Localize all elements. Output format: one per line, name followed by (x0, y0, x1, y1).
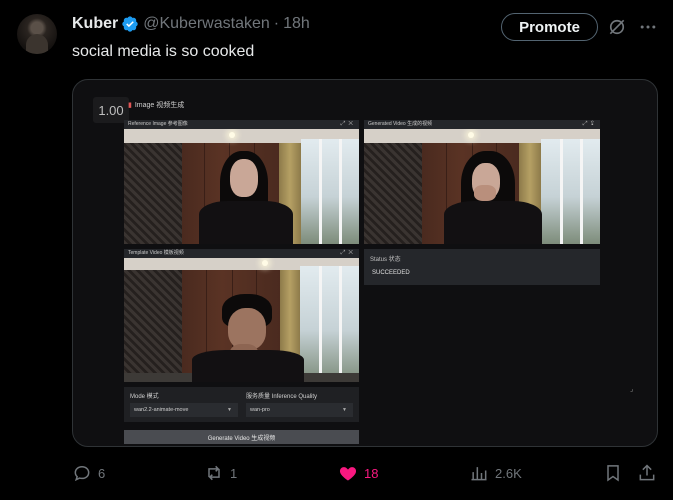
flame-icon: ▮ (128, 102, 132, 109)
reply-icon (74, 465, 90, 482)
views-count: 2.6K (495, 465, 522, 481)
template-video-panel: Template Video 模板视频 ⤢✕ (124, 249, 359, 382)
repost-icon (208, 465, 220, 481)
repost-count: 1 (230, 465, 238, 481)
app-title: ▮ Image 视频生成 (128, 100, 184, 110)
quality-label: 服务质量 Inference Quality (246, 394, 318, 400)
panel-title: Template Video 模板视频 (128, 250, 184, 256)
more-icon[interactable] (638, 17, 658, 37)
generate-video-button[interactable]: Generate Video 生成视频 (124, 430, 359, 444)
share-icon (639, 464, 655, 481)
mode-select[interactable]: wan2.2-animate-move ▼ (130, 403, 238, 417)
author-name[interactable]: Kuber (72, 15, 118, 33)
reference-image-frame (124, 129, 359, 244)
repost-button[interactable]: 1 (204, 460, 237, 486)
views-icon (471, 467, 487, 481)
promote-button[interactable]: Promote (501, 13, 598, 41)
share-button[interactable] (637, 460, 663, 486)
mode-select-value: wan2.2-animate-move (134, 407, 189, 413)
panel-header: Template Video 模板视频 ⤢✕ (124, 249, 359, 258)
like-button[interactable]: 18 (338, 460, 378, 486)
action-bar: 6 1 18 2.6K (0, 460, 673, 486)
post-time[interactable]: 18h (283, 15, 310, 33)
settings-form: Mode 模式 wan2.2-animate-move ▼ 服务质量 Infer… (124, 387, 359, 422)
panel-controls-icon[interactable]: ⤢⇪ (583, 120, 597, 129)
panel-controls-icon[interactable]: ⤢✕ (341, 120, 356, 129)
avatar[interactable] (17, 14, 57, 54)
resize-handle-icon[interactable]: ⌟ (630, 385, 633, 393)
bookmark-button[interactable] (603, 460, 629, 486)
status-label: Status 状态 (370, 257, 401, 263)
reply-button[interactable]: 6 (72, 460, 105, 486)
panel-header: Reference Image 参考图像 ⤢✕ (124, 120, 359, 129)
mode-label: Mode 模式 (130, 394, 159, 400)
views-button[interactable]: 2.6K (469, 460, 522, 486)
panel-title: Reference Image 参考图像 (128, 121, 188, 127)
template-video-frame (124, 258, 359, 382)
reply-count: 6 (98, 465, 106, 481)
generated-video-frame (364, 129, 600, 244)
app-title-text: Image 视频生成 (134, 102, 185, 109)
separator: · (273, 15, 280, 32)
reference-image-panel: Reference Image 参考图像 ⤢✕ (124, 120, 359, 244)
author-handle[interactable]: @Kuberwastaken (143, 15, 270, 33)
status-panel: Status 状态 SUCCEEDED (364, 249, 600, 285)
quality-select[interactable]: wan-pro ▼ (246, 403, 353, 417)
generated-video-panel: Generated Video 生成的视频 ⤢⇪ (364, 120, 600, 244)
panel-title: Generated Video 生成的视频 (368, 121, 433, 127)
like-icon (339, 467, 357, 481)
panel-header: Generated Video 生成的视频 ⤢⇪ (364, 120, 600, 129)
status-value: SUCCEEDED (372, 270, 410, 276)
bookmark-icon (607, 465, 619, 482)
like-count: 18 (364, 465, 379, 481)
post-header: Kuber @Kuberwastaken · 18h (72, 12, 310, 36)
quality-select-value: wan-pro (250, 407, 270, 413)
chevron-down-icon: ▼ (342, 407, 347, 413)
grok-icon[interactable] (607, 17, 627, 37)
post-text: social media is so cooked (72, 43, 255, 60)
panel-controls-icon[interactable]: ⤢✕ (341, 249, 356, 258)
post-media[interactable]: 1.00 ▮ Image 视频生成 Reference Image 参考图像 ⤢✕ (72, 79, 658, 447)
chevron-down-icon: ▼ (227, 407, 232, 413)
verified-badge-icon[interactable] (121, 15, 139, 33)
